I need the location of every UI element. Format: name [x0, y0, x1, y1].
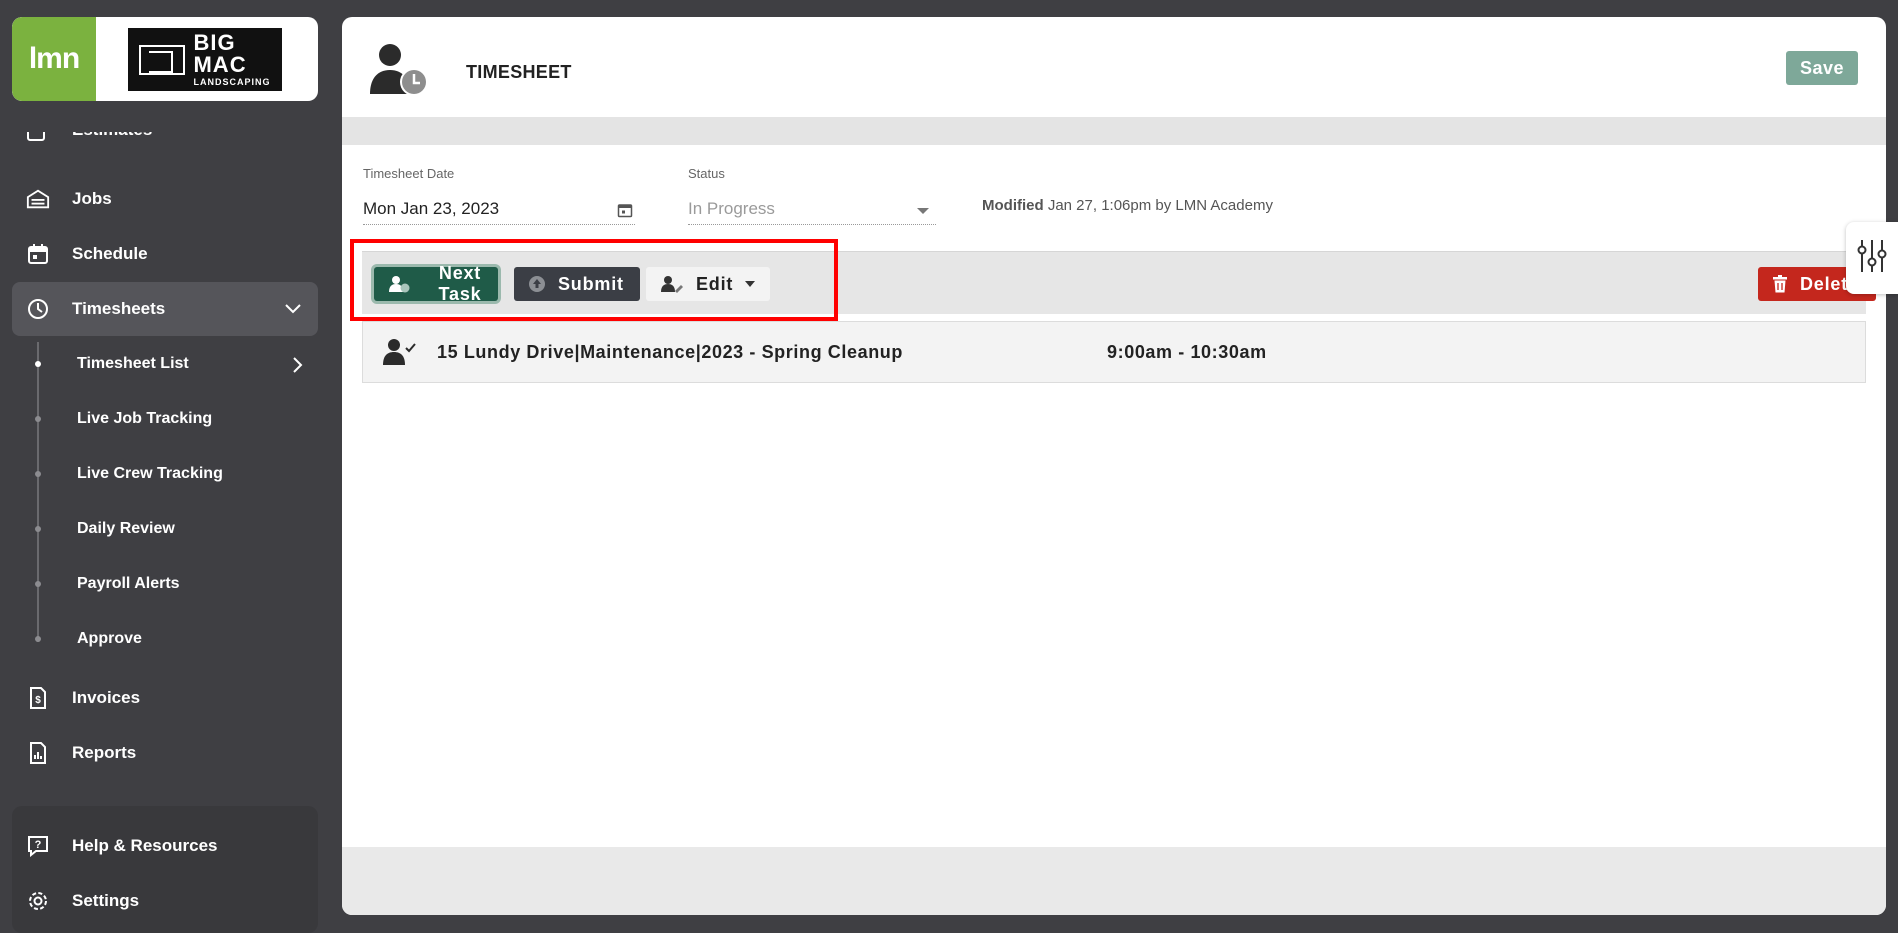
caret-down-icon: [745, 281, 756, 287]
sub-item-label: Payroll Alerts: [77, 575, 180, 592]
sub-item-label: Timesheet List: [77, 355, 189, 372]
dot: [35, 636, 41, 642]
sidebar-item-reports[interactable]: Reports: [12, 727, 318, 779]
modified-label: Modified: [982, 197, 1044, 214]
help-icon: ?: [26, 834, 50, 858]
sidebar-item-label: Jobs: [72, 189, 112, 208]
big-mac-logo-mac: MAC: [193, 52, 247, 77]
invoice-icon: $: [26, 686, 50, 710]
dot: [35, 526, 41, 532]
next-task-button[interactable]: Next Task: [374, 263, 498, 304]
sidebar-item-settings[interactable]: Settings: [12, 875, 318, 927]
sidebar-item-invoices[interactable]: $ Invoices: [12, 672, 318, 724]
footer-band: [342, 847, 1886, 915]
sidebar-item-label: Settings: [72, 891, 140, 910]
sidebar-item-timesheets[interactable]: Timesheets: [12, 282, 318, 336]
timesheet-date-value: Mon Jan 23, 2023: [363, 199, 500, 218]
user-check-icon: [383, 338, 417, 371]
big-mac-logo: BIG MAC LANDSCAPING: [128, 28, 282, 91]
modified-info: Modified Jan 27, 1:06pm by LMN Academy: [982, 197, 1273, 214]
lmn-logo[interactable]: lmn: [12, 17, 96, 101]
task-toolbar: Next Task Submit Edit Delete: [362, 251, 1876, 314]
sidebar-item-label: Help & Resources: [72, 836, 218, 855]
dropdown-arrow-icon: [916, 199, 930, 223]
task-time: 9:00am - 10:30am: [1107, 342, 1267, 362]
timesheet-date-label: Timesheet Date: [363, 166, 455, 181]
dot: [35, 581, 41, 587]
sub-item-timesheet-list[interactable]: Timesheet List: [0, 344, 318, 384]
big-mac-logo-sub: LANDSCAPING: [193, 77, 271, 87]
sub-item-label: Live Crew Tracking: [77, 465, 223, 482]
task-row[interactable]: 15 Lundy Drive|Maintenance|2023 - Spring…: [362, 321, 1866, 383]
task-name: 15 Lundy Drive|Maintenance|2023 - Spring…: [437, 342, 903, 362]
submit-label: Submit: [558, 273, 624, 294]
sidebar-item-label: Reports: [72, 743, 137, 762]
status-value: In Progress: [688, 199, 775, 218]
trash-icon: [1772, 275, 1788, 293]
chevron-right-icon[interactable]: [292, 356, 304, 379]
edit-dropdown-button[interactable]: Edit: [646, 267, 770, 301]
calendar-icon[interactable]: [617, 201, 633, 225]
company-logo-box: lmn BIG MAC LANDSCAPING: [12, 17, 318, 101]
sidebar-item-estimates[interactable]: Estimates: [12, 132, 318, 154]
sidebar-item-schedule[interactable]: Schedule: [12, 228, 318, 280]
jobs-icon: [26, 187, 50, 211]
dot: [35, 416, 41, 422]
sub-item-label: Approve: [77, 630, 142, 647]
sub-item-payroll-alerts[interactable]: Payroll Alerts: [0, 564, 318, 604]
sub-item-daily-review[interactable]: Daily Review: [0, 509, 318, 549]
sub-item-label: Daily Review: [77, 520, 175, 537]
dot: [35, 471, 41, 477]
edit-label: Edit: [696, 273, 734, 294]
sub-item-live-crew-tracking[interactable]: Live Crew Tracking: [0, 454, 318, 494]
sidebar-item-label: Schedule: [72, 244, 148, 263]
timesheet-date-field[interactable]: Mon Jan 23, 2023: [363, 197, 635, 225]
sub-item-approve[interactable]: Approve: [0, 619, 318, 659]
sub-item-live-job-tracking[interactable]: Live Job Tracking: [0, 399, 318, 439]
big-mac-mark-icon: [139, 44, 186, 75]
timesheet-user-clock-icon: [368, 42, 430, 98]
sliders-icon: [1857, 236, 1887, 281]
svg-text:$: $: [35, 695, 41, 706]
sidebar-item-help[interactable]: ? Help & Resources: [12, 820, 318, 872]
save-button[interactable]: Save: [1786, 51, 1858, 85]
modified-value: Jan 27, 1:06pm by LMN Academy: [1047, 197, 1273, 214]
clock-icon: [26, 297, 50, 321]
gear-icon: [26, 889, 50, 913]
big-mac-logo-big: BIG: [193, 30, 236, 55]
upload-icon: [528, 275, 546, 293]
chevron-down-icon[interactable]: [284, 300, 302, 320]
estimates-icon: [26, 132, 50, 142]
calendar-icon: [26, 242, 50, 266]
header-divider-band: [342, 117, 1886, 145]
lmn-logo-text: lmn: [28, 42, 80, 75]
submit-button[interactable]: Submit: [514, 267, 640, 301]
active-dot: [35, 361, 41, 367]
filter-settings-tab[interactable]: [1846, 222, 1898, 294]
main-panel: TIMESHEET Save Timesheet Date Mon Jan 23…: [342, 17, 1886, 915]
next-task-label: Next Task: [438, 263, 482, 304]
svg-text:?: ?: [35, 839, 42, 851]
status-select[interactable]: In Progress: [688, 197, 936, 225]
page-title: TIMESHEET: [466, 62, 572, 82]
sidebar-item-label: Timesheets: [72, 299, 166, 318]
user-edit-icon: [660, 275, 684, 293]
sidebar-bottom-panel: ? Help & Resources Settings: [12, 806, 318, 933]
sub-item-label: Live Job Tracking: [77, 410, 213, 427]
page-header: TIMESHEET Save: [342, 17, 1886, 117]
sidebar-item-jobs[interactable]: Jobs: [12, 173, 318, 225]
user-clock-icon: [388, 275, 410, 293]
sidebar-item-label: Invoices: [72, 688, 141, 707]
report-icon: [26, 741, 50, 765]
sidebar-item-estimates-label: Estimates: [72, 132, 152, 140]
status-label: Status: [688, 166, 725, 181]
